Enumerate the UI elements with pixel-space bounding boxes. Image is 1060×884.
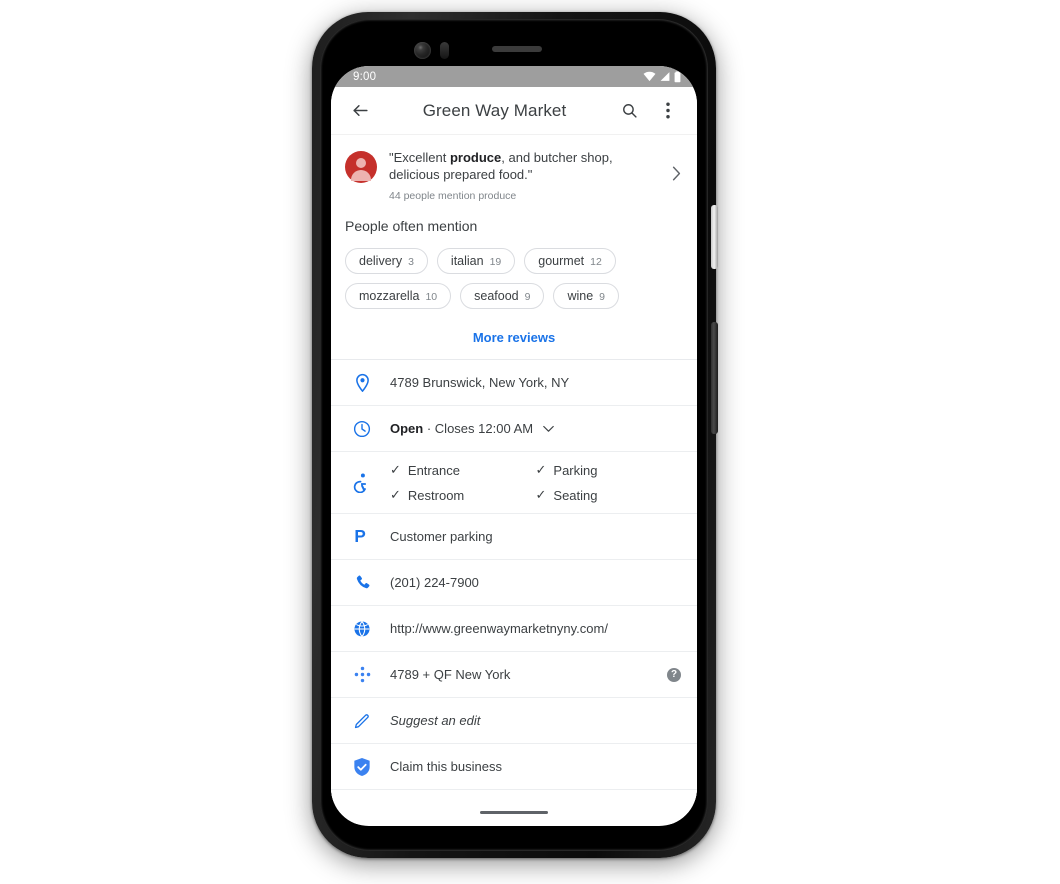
accessibility-item-seating: ✓ Seating (536, 487, 682, 503)
chip-count: 10 (425, 291, 438, 303)
clock-icon (345, 420, 379, 438)
wheelchair-icon (345, 472, 379, 493)
mention-chip-mozzarella[interactable]: mozzarella 10 (345, 283, 452, 309)
mention-chips: delivery 3 italian 19 gourmet 12 mozzare… (331, 234, 697, 309)
review-quote-highlight: produce (449, 150, 502, 165)
phone-row[interactable]: (201) 224-7900 (331, 560, 697, 606)
mention-chip-gourmet[interactable]: gourmet 12 (524, 248, 616, 274)
accessibility-item-parking: ✓ Parking (536, 462, 682, 478)
chip-label: wine (567, 289, 594, 303)
open-status: Open (390, 420, 424, 436)
mentions-section-title: People often mention (345, 218, 478, 234)
accessibility-item-restroom: ✓ Restroom (390, 487, 536, 503)
place-details-content: "Excellent produce, and butcher shop, de… (331, 135, 697, 824)
check-icon: ✓ (535, 487, 547, 502)
search-icon[interactable] (616, 98, 642, 124)
website-row[interactable]: http://www.greenwaymarketnyny.com/ (331, 606, 697, 652)
signal-icon (660, 72, 670, 81)
check-icon: ✓ (535, 462, 547, 477)
accessibility-label: Restroom (407, 487, 465, 503)
claim-business-label: Claim this business (390, 758, 502, 774)
bottom-spacer (331, 790, 697, 824)
parking-p-icon: P (345, 527, 379, 546)
review-summary-row[interactable]: "Excellent produce, and butcher shop, de… (331, 135, 697, 212)
power-button[interactable] (711, 205, 718, 269)
front-camera-icon (414, 42, 431, 59)
closing-time: Closes 12:00 AM (434, 420, 534, 436)
chip-label: mozzarella (359, 289, 420, 303)
battery-icon (674, 70, 681, 82)
screenshot-root: 9:00 Green Way Market "Excellent produce… (0, 0, 1060, 884)
chip-label: italian (450, 254, 484, 268)
svg-text:P: P (354, 527, 365, 546)
accessibility-item-entrance: ✓ Entrance (390, 462, 536, 478)
claim-business-row[interactable]: Claim this business (331, 744, 697, 790)
proximity-sensor-icon (440, 42, 449, 59)
chip-count: 9 (524, 291, 531, 303)
mention-chip-wine[interactable]: wine 9 (553, 283, 620, 309)
wifi-icon (643, 71, 656, 82)
earpiece-speaker (492, 46, 542, 52)
pencil-icon (345, 712, 379, 729)
more-vert-icon[interactable] (655, 98, 681, 124)
more-reviews-link[interactable]: More reviews (331, 309, 697, 359)
review-mention-count: 44 people mention produce (389, 190, 517, 202)
plus-code-label: 4789 + QF New York (390, 666, 511, 682)
status-bar-icons (643, 70, 681, 83)
volume-rocker-button[interactable] (711, 322, 718, 434)
hours-row[interactable]: Open · Closes 12:00 AM (331, 406, 697, 452)
phone-label: (201) 224-7900 (390, 574, 479, 590)
phone-icon (345, 574, 379, 591)
plus-code-trailing: ? (667, 667, 681, 682)
avatar (345, 151, 377, 183)
chip-count: 19 (489, 256, 502, 268)
parking-row[interactable]: P Customer parking (331, 514, 697, 560)
address-row[interactable]: 4789 Brunswick, New York, NY (331, 360, 697, 406)
address-label: 4789 Brunswick, New York, NY (390, 374, 570, 390)
chevron-down-icon[interactable] (542, 425, 554, 433)
website-label: http://www.greenwaymarketnyny.com/ (390, 620, 608, 636)
suggest-edit-row[interactable]: Suggest an edit (331, 698, 697, 744)
accessibility-label: Entrance (407, 462, 460, 478)
hours-separator: · (423, 420, 435, 436)
phone-screen: 9:00 Green Way Market "Excellent produce… (331, 66, 697, 826)
back-arrow-icon[interactable] (347, 98, 373, 124)
mention-chip-italian[interactable]: italian 19 (436, 248, 516, 274)
status-bar: 9:00 (331, 66, 697, 87)
review-quote-before: "Excellent (389, 150, 450, 165)
review-quote: "Excellent produce, and butcher shop, de… (389, 149, 666, 183)
app-bar: Green Way Market (331, 87, 697, 135)
chip-count: 9 (599, 291, 606, 303)
chip-count: 12 (590, 256, 602, 268)
review-text-block: "Excellent produce, and butcher shop, de… (377, 149, 672, 202)
plus-code-icon (345, 665, 379, 684)
parking-label: Customer parking (390, 528, 493, 544)
suggest-edit-label: Suggest an edit (390, 712, 481, 728)
accessibility-items: ✓ Entrance ✓ Parking ✓ Restroom ✓ Seatin… (379, 462, 681, 503)
mention-chip-seafood[interactable]: seafood 9 (460, 283, 545, 309)
page-title: Green Way Market (422, 100, 567, 120)
status-bar-time: 9:00 (353, 70, 377, 83)
check-icon: ✓ (390, 462, 401, 477)
accessibility-label: Parking (553, 462, 598, 478)
globe-icon (345, 620, 379, 638)
location-pin-icon (345, 373, 379, 392)
accessibility-row[interactable]: ✓ Entrance ✓ Parking ✓ Restroom ✓ Seatin… (331, 452, 697, 514)
help-circle-icon[interactable]: ? (667, 667, 681, 682)
home-indicator[interactable] (480, 811, 548, 814)
shield-check-icon (345, 757, 379, 777)
chip-label: delivery (359, 254, 403, 268)
plus-code-row[interactable]: 4789 + QF New York ? (331, 652, 697, 698)
mention-chip-delivery[interactable]: delivery 3 (345, 248, 428, 274)
chip-label: gourmet (538, 254, 585, 268)
chip-label: seafood (474, 289, 519, 303)
check-icon: ✓ (390, 487, 401, 502)
accessibility-label: Seating (553, 487, 598, 503)
hours-label: Open · Closes 12:00 AM (379, 420, 554, 438)
chip-count: 3 (408, 256, 414, 268)
chevron-right-icon[interactable] (672, 166, 681, 186)
